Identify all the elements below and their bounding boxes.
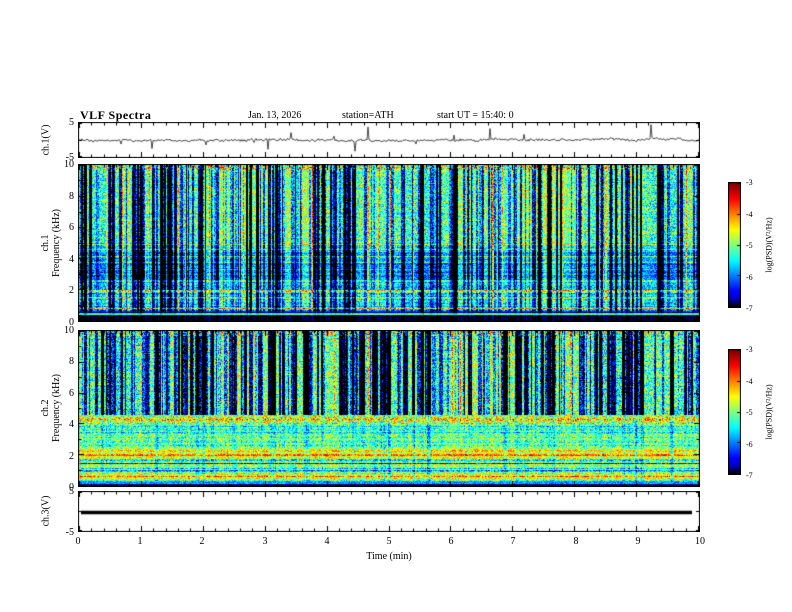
figure-start-ut: start UT = 15:40: 0 [437,110,514,121]
y-tick-label: 10 [64,325,74,336]
ch2-spectrogram-panel [78,330,700,487]
figure-date: Jan. 13, 2026 [248,110,302,121]
x-tick-label: 0 [75,536,81,547]
colorbar-tick-label: -4 [746,210,753,219]
colorbar-tick-label: -5 [746,408,753,417]
x-tick-label: 10 [695,536,705,547]
y-tick-label: 2 [69,451,74,462]
x-tick-label: 7 [510,536,516,547]
colorbar-tick-label: -3 [746,178,753,187]
y-tick-label: 8 [69,356,74,367]
y-tick-label: 5 [69,486,74,497]
colorbar-tick-label: -4 [746,377,753,386]
colorbar1-axis-label: log(PSD)(V²/Hz) [764,217,774,273]
x-tick-label: 5 [386,536,392,547]
colorbar-tick-label: -3 [746,345,753,354]
colorbar-tick-label: -7 [746,471,753,480]
ch1-waveform-panel [78,122,700,158]
spec1-axis-label-ch: ch.1 [40,234,51,252]
colorbar2-axis-label: log(PSD)(V²/Hz) [764,384,774,440]
colorbar-tick-label: -5 [746,241,753,250]
colorbar-tick-label: -6 [746,440,753,449]
page-title: VLF Spectra [80,108,152,122]
x-axis-label: Time (min) [366,551,412,562]
spec2-axis-label-freq: Frequency (kHz) [51,373,62,443]
x-tick-label: 4 [324,536,330,547]
y-tick-label: 8 [69,191,74,202]
figure-station: station=ATH [342,110,394,121]
colorbar-tick-label: -7 [746,304,753,313]
colorbar-ch2 [728,349,741,475]
spec2-axis-label-ch: ch.2 [40,399,51,417]
colorbar-ch1 [728,182,741,308]
x-tick-label: 2 [199,536,205,547]
ch1v-axis-label: ch.1(V) [40,124,52,156]
x-tick-label: 1 [137,536,143,547]
y-tick-label: 2 [69,285,74,296]
vlf-spectra-figure: VLF Spectra Jan. 13, 2026 station=ATH st… [0,0,792,612]
colorbar-tick-label: -6 [746,273,753,282]
y-tick-label: 5 [69,117,74,128]
ch3v-axis-label: ch.3(V) [40,495,52,527]
x-tick-label: 8 [573,536,579,547]
spec1-axis-label: ch.1 Frequency (kHz) [40,209,62,277]
x-tick-label: 9 [635,536,641,547]
y-tick-label: 10 [64,159,74,170]
ch1-spectrogram-panel [78,164,700,322]
x-tick-label: 6 [448,536,454,547]
spec2-axis-label: ch.2 Frequency (kHz) [40,374,62,442]
spec1-axis-label-freq: Frequency (kHz) [51,208,62,278]
x-tick-label: 3 [262,536,268,547]
ch3-waveform-panel [78,491,700,532]
